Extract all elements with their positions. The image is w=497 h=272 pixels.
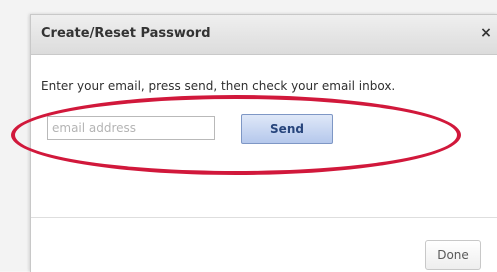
done-button[interactable]: Done (425, 240, 481, 270)
send-button[interactable]: Send (241, 114, 333, 144)
background-page-edge (0, 0, 30, 271)
footer-divider (31, 217, 497, 218)
email-input[interactable] (47, 116, 215, 140)
dialog-titlebar: Create/Reset Password × (31, 15, 497, 55)
create-reset-password-dialog: Create/Reset Password × Enter your email… (11, 14, 497, 272)
instructions-text: Enter your email, press send, then check… (41, 79, 396, 93)
background-page-top (0, 0, 497, 15)
close-icon[interactable]: × (478, 24, 494, 42)
dialog-title: Create/Reset Password (41, 26, 211, 41)
